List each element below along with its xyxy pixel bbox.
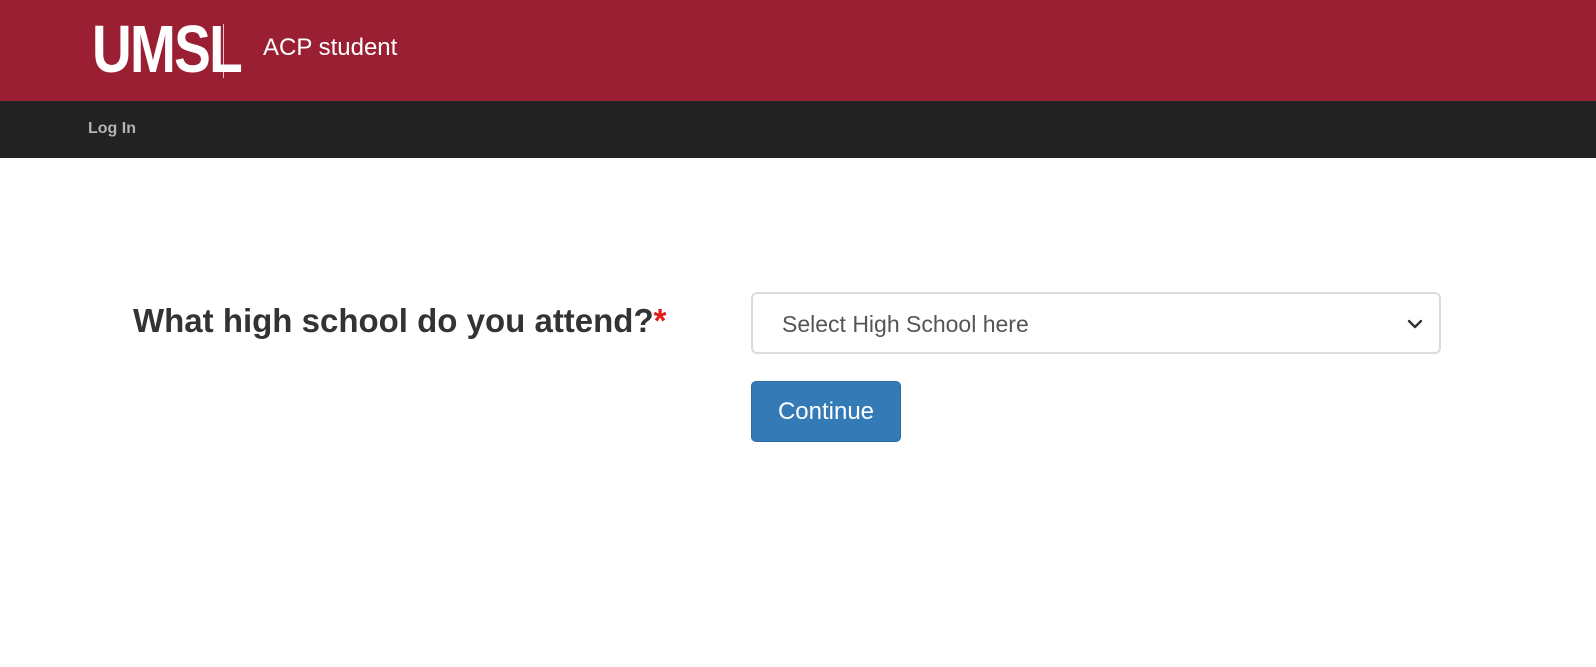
- logo-wordmark: UMSL: [92, 11, 243, 87]
- required-asterisk: *: [653, 302, 667, 339]
- question-text: What high school do you attend?: [133, 302, 654, 339]
- continue-button[interactable]: Continue: [751, 381, 901, 442]
- nav-bar: Log In: [0, 101, 1596, 158]
- high-school-question-label: What high school do you attend?*: [133, 302, 666, 340]
- high-school-select-value: Select High School here: [782, 311, 1029, 337]
- app-title: ACP student: [263, 34, 398, 61]
- site-header: UMSL ACP student: [0, 0, 1596, 101]
- high-school-select[interactable]: Select High School here: [751, 292, 1441, 354]
- chevron-down-icon: [1407, 319, 1423, 329]
- login-link[interactable]: Log In: [88, 119, 136, 139]
- umsl-logo[interactable]: UMSL: [92, 11, 265, 87]
- logo-divider: [223, 24, 224, 78]
